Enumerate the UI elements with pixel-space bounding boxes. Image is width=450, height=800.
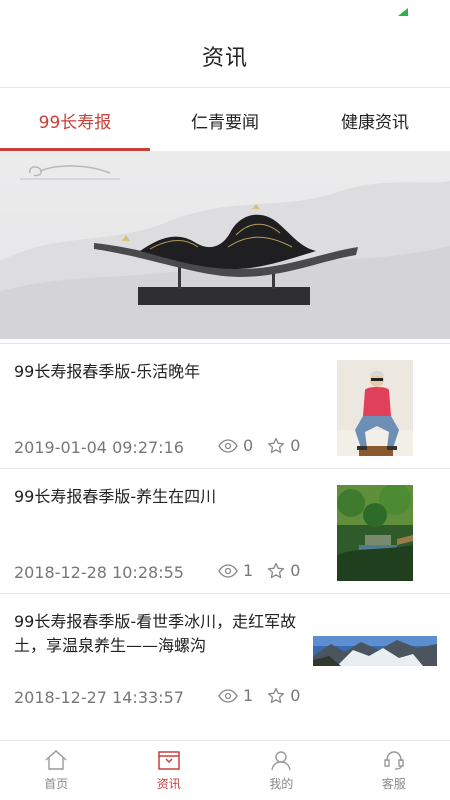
- news-title: 99长寿报春季版-看世季冰川，走红军故土，享温泉养生——海螺沟: [14, 612, 297, 655]
- star-icon[interactable]: [267, 687, 285, 705]
- news-meta: 1 0: [218, 561, 314, 580]
- news-date: 2019-01-04 09:27:16: [14, 438, 184, 457]
- news-date: 2018-12-28 10:28:55: [14, 563, 184, 582]
- tabbar-label: 资讯: [156, 777, 181, 791]
- category-tabs: 99长寿报 仁青要闻 健康资讯: [0, 89, 450, 151]
- user-icon: [271, 751, 291, 771]
- news-date: 2018-12-27 14:33:57: [14, 688, 184, 707]
- star-icon[interactable]: [267, 562, 285, 580]
- news-icon: [158, 751, 180, 770]
- app-header: 资讯: [0, 24, 450, 88]
- view-count: 1: [243, 561, 254, 580]
- home-icon: [45, 750, 67, 770]
- eye-icon: [218, 688, 238, 703]
- news-meta: 0 0: [218, 436, 314, 455]
- news-thumbnail: [313, 636, 437, 666]
- tabbar-item-home[interactable]: 首页: [0, 741, 113, 800]
- news-item[interactable]: 99长寿报春季版-乐活晚年 2019-01-04 09:27:16 0 0: [0, 343, 450, 468]
- news-item[interactable]: 99长寿报春季版-看世季冰川，走红军故土，享温泉养生——海螺沟 2018-12-…: [0, 593, 450, 718]
- news-meta: 1 0: [218, 686, 314, 705]
- service-icon: [384, 751, 404, 770]
- tab-renqing-news[interactable]: 仁青要闻: [150, 89, 300, 151]
- news-item[interactable]: 99长寿报春季版-养生在四川 2018-12-28 10:28:55 1 0: [0, 468, 450, 593]
- news-thumbnail: [337, 360, 413, 456]
- star-count: 0: [290, 436, 301, 455]
- tabbar-label: 首页: [44, 777, 69, 791]
- news-title: 99长寿报春季版-养生在四川: [14, 487, 217, 506]
- tabbar-item-mine[interactable]: 我的: [225, 741, 338, 800]
- view-count: 0: [243, 436, 254, 455]
- tab-health-news[interactable]: 健康资讯: [300, 89, 450, 151]
- news-list: 99长寿报春季版-乐活晚年 2019-01-04 09:27:16 0 0 99…: [0, 343, 450, 718]
- star-icon[interactable]: [267, 437, 285, 455]
- tabbar-item-service[interactable]: 客服: [338, 741, 450, 800]
- view-count: 1: [243, 686, 254, 705]
- tab-99-longevity-news[interactable]: 99长寿报: [0, 89, 150, 151]
- tabbar-label: 我的: [269, 777, 294, 791]
- star-count: 0: [290, 686, 301, 705]
- tabbar-item-news[interactable]: 资讯: [113, 741, 226, 800]
- eye-icon: [218, 438, 238, 453]
- banner-image[interactable]: [0, 151, 450, 339]
- signal-icon: [398, 8, 408, 16]
- status-bar: [0, 0, 450, 24]
- star-count: 0: [290, 561, 301, 580]
- bottom-tab-bar: 首页 资讯 我的 客服: [0, 740, 450, 800]
- news-thumbnail: [337, 485, 413, 581]
- eye-icon: [218, 563, 238, 578]
- news-title: 99长寿报春季版-乐活晚年: [14, 362, 201, 381]
- page-title: 资讯: [201, 45, 248, 71]
- mountain-sculpture-illustration: [0, 151, 450, 339]
- tabbar-label: 客服: [381, 777, 406, 791]
